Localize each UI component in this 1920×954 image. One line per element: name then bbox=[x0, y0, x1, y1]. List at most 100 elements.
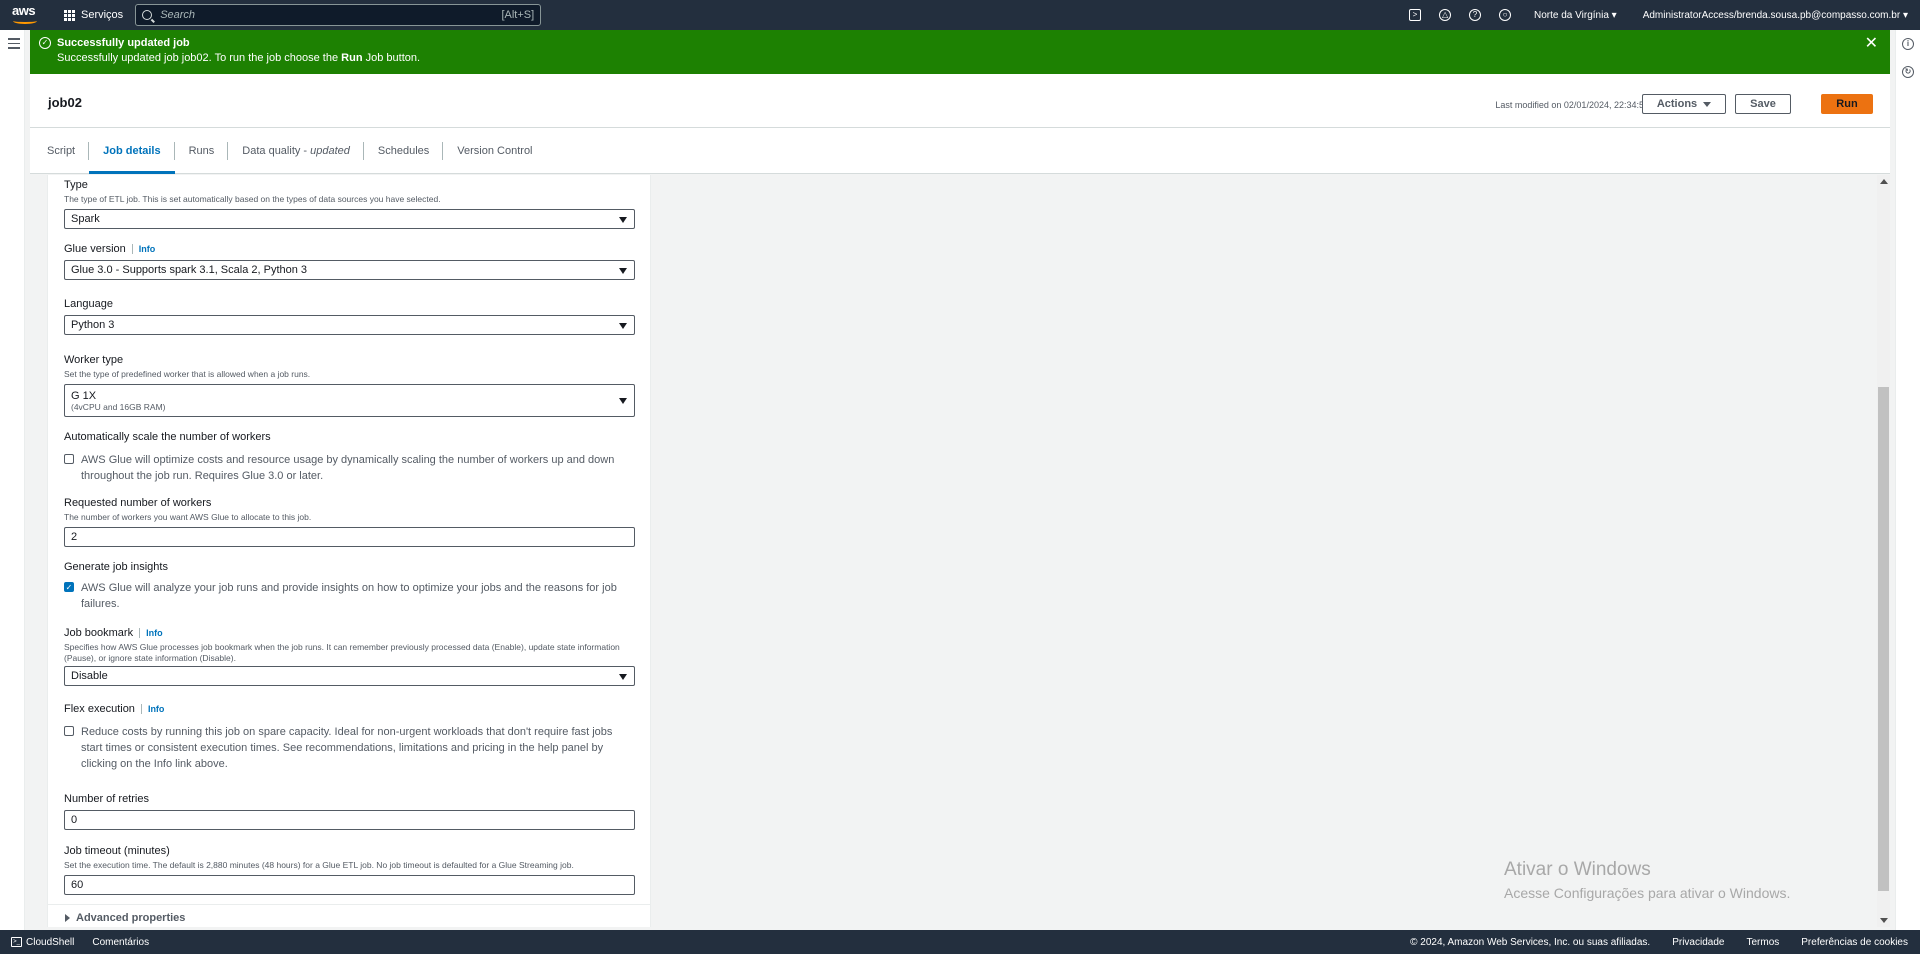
run-button[interactable]: Run bbox=[1821, 94, 1873, 114]
bookmark-label: Job bookmark bbox=[64, 627, 134, 639]
advanced-properties-toggle[interactable]: Advanced properties bbox=[47, 904, 651, 924]
type-description: The type of ETL job. This is set automat… bbox=[64, 194, 441, 204]
info-panel-icon[interactable]: i bbox=[1902, 38, 1914, 50]
cloudshell-icon: >_ bbox=[11, 937, 22, 947]
services-menu-button[interactable]: Serviços bbox=[64, 9, 123, 21]
dropdown-arrow-icon bbox=[619, 323, 627, 329]
main-content: Type The type of ETL job. This is set au… bbox=[30, 175, 1890, 927]
flash-message-run: Run bbox=[341, 52, 363, 64]
tab-runs[interactable]: Runs bbox=[175, 128, 229, 174]
autoscale-checkbox[interactable] bbox=[64, 454, 74, 464]
bell-icon: △ bbox=[1439, 9, 1452, 21]
bookmark-label-row: Job bookmark Info bbox=[64, 627, 635, 640]
timeout-input[interactable]: 60 bbox=[64, 875, 635, 895]
flex-checkbox-row[interactable]: Reduce costs by running this job on spar… bbox=[64, 724, 635, 772]
worker-type-select[interactable]: G 1X (4vCPU and 16GB RAM) bbox=[64, 384, 635, 417]
glue-version-select[interactable]: Glue 3.0 - Supports spark 3.1, Scala 2, … bbox=[64, 260, 635, 280]
worker-type-value: G 1X bbox=[71, 389, 97, 402]
flash-message-text: Successfully updated job job02. To run t… bbox=[57, 52, 342, 64]
flex-checkbox[interactable] bbox=[64, 726, 74, 736]
glue-version-label: Glue version bbox=[64, 243, 126, 255]
caret-down-icon bbox=[1703, 101, 1712, 107]
type-select[interactable]: Spark bbox=[64, 209, 635, 229]
glue-version-info-link[interactable]: Info bbox=[131, 244, 156, 254]
services-grid-icon bbox=[64, 9, 75, 21]
glue-version-field: Glue version Info Glue 3.0 - Supports spa… bbox=[64, 243, 635, 280]
caret-right-icon bbox=[65, 914, 70, 922]
canvas-area bbox=[651, 175, 1877, 927]
hamburger-menu-icon[interactable] bbox=[8, 38, 20, 52]
type-field: Type The type of ETL job. This is set au… bbox=[64, 179, 635, 229]
terms-link[interactable]: Termos bbox=[1746, 937, 1779, 948]
tab-label: Data quality - bbox=[242, 144, 308, 157]
history-icon[interactable]: ↻ bbox=[1902, 66, 1914, 78]
notifications-button[interactable]: △ bbox=[1430, 0, 1460, 30]
tab-label: Script bbox=[47, 144, 76, 157]
copyright-text: © 2024, Amazon Web Services, Inc. ou sua… bbox=[1410, 936, 1651, 948]
tab-label: Version Control bbox=[457, 144, 533, 157]
settings-icon: ○ bbox=[1499, 9, 1512, 21]
job-tabs: Script Job details Runs Data quality - u… bbox=[30, 128, 1890, 174]
scrollbar[interactable] bbox=[1877, 175, 1890, 927]
dropdown-arrow-icon bbox=[619, 268, 627, 274]
language-label: Language bbox=[64, 298, 113, 310]
retries-input[interactable]: 0 bbox=[64, 810, 635, 830]
account-menu[interactable]: AdministratorAccess/brenda.sousa.pb@comp… bbox=[1643, 10, 1908, 21]
insights-field: Generate job insights ✓ AWS Glue will ana… bbox=[64, 561, 635, 612]
timeout-label: Job timeout (minutes) bbox=[64, 845, 170, 857]
save-button[interactable]: Save bbox=[1735, 94, 1791, 114]
scroll-up-icon[interactable] bbox=[1880, 179, 1888, 184]
workers-input[interactable]: 2 bbox=[64, 527, 635, 547]
retries-label: Number of retries bbox=[64, 793, 149, 805]
dropdown-arrow-icon bbox=[619, 674, 627, 680]
aws-logo-text: aws bbox=[12, 3, 36, 18]
comments-link[interactable]: Comentários bbox=[92, 937, 149, 948]
insights-checkbox[interactable]: ✓ bbox=[64, 582, 74, 592]
actions-button[interactable]: Actions bbox=[1642, 94, 1726, 114]
tab-version-control[interactable]: Version Control bbox=[443, 128, 546, 174]
privacy-link[interactable]: Privacidade bbox=[1672, 937, 1724, 948]
aws-logo[interactable]: aws bbox=[12, 4, 42, 26]
scroll-down-icon[interactable] bbox=[1880, 918, 1888, 923]
help-icon: ? bbox=[1469, 9, 1482, 21]
tab-job-details[interactable]: Job details bbox=[89, 128, 176, 174]
glue-version-label-row: Glue version Info bbox=[64, 243, 635, 256]
retries-field: Number of retries 0 bbox=[64, 793, 635, 830]
worker-type-field: Worker type Set the type of predefined w… bbox=[64, 354, 635, 417]
autoscale-checkbox-row[interactable]: AWS Glue will optimize costs and resourc… bbox=[64, 452, 635, 484]
bookmark-info-link[interactable]: Info bbox=[139, 628, 163, 638]
bookmark-select[interactable]: Disable bbox=[64, 666, 635, 686]
region-selector[interactable]: Norte da Virgínia ▾ bbox=[1534, 10, 1617, 21]
flex-info-link[interactable]: Info bbox=[140, 704, 165, 714]
tab-schedules[interactable]: Schedules bbox=[364, 128, 444, 174]
insights-checkbox-row[interactable]: ✓ AWS Glue will analyze your job runs and… bbox=[64, 580, 635, 612]
bookmark-description: Specifies how AWS Glue processes job boo… bbox=[64, 642, 620, 663]
autoscale-field: Automatically scale the number of worker… bbox=[64, 431, 635, 484]
help-button[interactable]: ? bbox=[1460, 0, 1490, 30]
settings-button[interactable]: ○ bbox=[1490, 0, 1520, 30]
cloudshell-button[interactable]: > bbox=[1400, 0, 1430, 30]
tab-data-quality[interactable]: Data quality - updated bbox=[228, 128, 364, 174]
insights-text: AWS Glue will analyze your job runs and … bbox=[81, 582, 617, 610]
bookmark-value: Disable bbox=[71, 670, 108, 682]
page-title: job02 bbox=[48, 95, 82, 110]
scrollbar-thumb[interactable] bbox=[1878, 387, 1889, 891]
timeout-field: Job timeout (minutes) Set the execution … bbox=[64, 845, 635, 895]
tab-label: Runs bbox=[188, 144, 215, 157]
worker-type-label: Worker type bbox=[64, 354, 124, 366]
language-field: Language Python 3 bbox=[64, 298, 635, 335]
cloudshell-label: CloudShell bbox=[26, 936, 75, 948]
close-icon[interactable]: ✕ bbox=[1865, 36, 1878, 52]
cloudshell-icon: > bbox=[1409, 9, 1422, 21]
success-flash-message: ✓ Successfully updated job Successfully … bbox=[30, 30, 1890, 74]
language-select[interactable]: Python 3 bbox=[64, 315, 635, 335]
cloudshell-footer-button[interactable]: >_ CloudShell bbox=[11, 937, 74, 948]
tab-script[interactable]: Script bbox=[33, 128, 90, 174]
type-value: Spark bbox=[71, 213, 100, 225]
search-icon bbox=[142, 10, 153, 20]
tab-label: Schedules bbox=[377, 144, 430, 157]
insights-label: Generate job insights bbox=[64, 561, 168, 573]
right-side-strip: i ↻ bbox=[1895, 30, 1920, 930]
cookies-link[interactable]: Preferências de cookies bbox=[1801, 937, 1908, 948]
search-input[interactable]: Search [Alt+S] bbox=[135, 4, 542, 26]
